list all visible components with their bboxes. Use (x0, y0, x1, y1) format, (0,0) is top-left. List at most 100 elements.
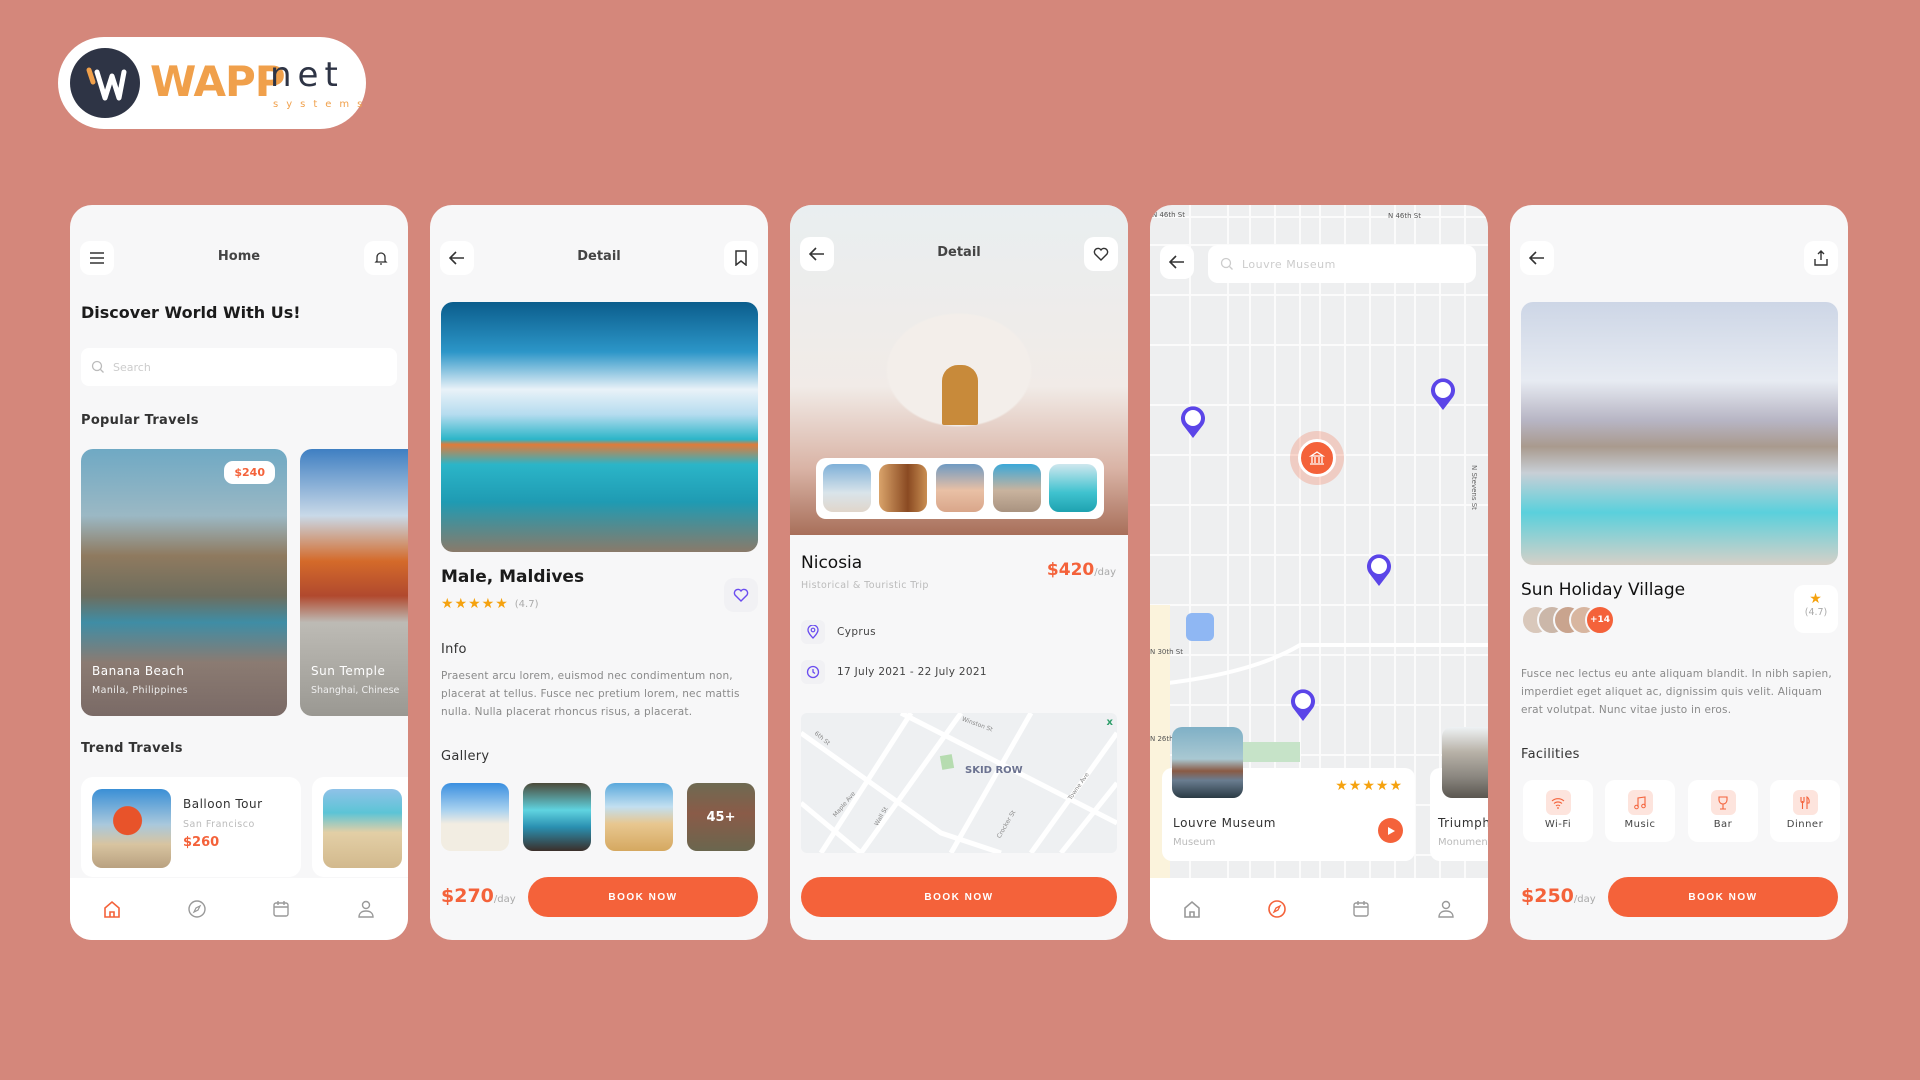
music-icon (1627, 790, 1653, 815)
gallery-more-count: 45+ (706, 809, 736, 825)
trend-price: $260 (183, 835, 220, 850)
nav-profile[interactable] (354, 897, 378, 921)
location-text: Cyprus (837, 626, 877, 638)
book-now-button[interactable]: BOOK NOW (528, 877, 758, 917)
favorite-button[interactable] (1084, 237, 1118, 271)
hotel-description: Fusce nec lectus eu ante aliquam blandit… (1521, 668, 1832, 716)
share-button[interactable] (1804, 241, 1838, 275)
user-icon (1438, 900, 1454, 918)
trend-card-beach[interactable] (312, 777, 408, 877)
place-name: Male, Maldives (441, 567, 585, 587)
street-label: N 46th St (1388, 212, 1421, 220)
trend-title-text: Balloon Tour (183, 797, 263, 811)
hotel-rating: ★ (4.7) (1794, 585, 1838, 633)
calendar-icon (273, 901, 289, 917)
trend-image (323, 789, 402, 868)
map-pin-restaurant[interactable] (1366, 553, 1392, 587)
phone-detail-nicosia: Detail Nicosia Historical & Touristic Tr… (790, 205, 1128, 940)
calendar-icon (1353, 901, 1369, 917)
map-search-input[interactable]: Louvre Museum (1208, 245, 1476, 283)
nav-explore[interactable] (185, 897, 209, 921)
bookmark-icon (735, 250, 747, 266)
phone-detail-maldives: Detail Male, Maldives ★★★★★ (4.7) Info P… (430, 205, 768, 940)
gallery-thumb-3[interactable] (605, 783, 673, 851)
play-button[interactable] (1378, 818, 1403, 843)
street-label: N Stevens St (1470, 465, 1478, 510)
guest-avatars[interactable]: +14 (1521, 605, 1631, 637)
price-value: $270 (441, 885, 494, 907)
popular-card-banana-beach[interactable]: $240 Banana Beach Manila, Philippines (81, 449, 287, 716)
facilities-title: Facilities (1521, 747, 1580, 762)
facility-label: Music (1624, 819, 1656, 830)
price-badge: $240 (224, 461, 275, 484)
museum-icon (1298, 439, 1336, 477)
map-pin-restaurant[interactable] (1180, 405, 1206, 439)
nav-calendar[interactable] (1349, 897, 1373, 921)
nav-calendar[interactable] (269, 897, 293, 921)
search-input[interactable]: Search (81, 348, 397, 386)
map-pin-restaurant[interactable] (1290, 688, 1316, 722)
card-location: Shanghai, Chinese (311, 685, 400, 696)
nav-explore[interactable] (1265, 897, 1289, 921)
wifi-icon (1545, 790, 1571, 815)
strip-thumb-1[interactable] (823, 464, 871, 512)
more-guests-badge: +14 (1585, 605, 1615, 635)
selected-museum-marker[interactable] (1290, 431, 1344, 485)
favorite-button[interactable] (724, 578, 758, 612)
temple-door (942, 365, 978, 425)
street-label: N 26th (1150, 735, 1174, 743)
phone-map-screen: N 46th St N 46th St N Stevens St N 30th … (1150, 205, 1488, 940)
strip-thumb-4[interactable] (993, 464, 1041, 512)
notifications-button[interactable] (364, 241, 398, 275)
trend-title: Trend Travels (81, 741, 183, 756)
strip-thumb-5[interactable] (1049, 464, 1097, 512)
location-map[interactable]: SKID ROW 6th St Winston St Maple Ave Wal… (801, 713, 1117, 853)
hotel-image (1521, 302, 1838, 565)
nav-home[interactable] (100, 897, 124, 921)
gallery-thumb-2[interactable] (523, 783, 591, 851)
location-row: Cyprus (801, 620, 876, 644)
date-text: 17 July 2021 - 22 July 2021 (837, 666, 987, 678)
book-now-button[interactable]: BOOK NOW (801, 877, 1117, 917)
facility-label: Wi-Fi (1544, 819, 1572, 830)
map-close-icon[interactable]: x (1107, 717, 1113, 728)
gallery-thumb-1[interactable] (441, 783, 509, 851)
triumph-image (1442, 727, 1488, 798)
compass-icon (188, 900, 206, 918)
trend-location: San Francisco (183, 819, 255, 830)
gallery-title: Gallery (441, 749, 490, 764)
popular-card-sun-temple[interactable]: Sun Temple Shanghai, Chinese (300, 449, 408, 716)
map-area-label: SKID ROW (965, 765, 1023, 776)
star-icon: ★ (1809, 591, 1823, 607)
facility-music[interactable]: Music (1605, 780, 1675, 842)
home-icon (1184, 900, 1201, 918)
place-card-title: Louvre Museum (1173, 816, 1277, 830)
back-button[interactable] (1520, 241, 1554, 275)
bookmark-button[interactable] (724, 241, 758, 275)
headline: Discover World With Us! (81, 303, 301, 322)
place-card-type: Monument (1438, 837, 1488, 848)
arrow-left-icon (1169, 255, 1184, 269)
strip-thumb-3[interactable] (936, 464, 984, 512)
facility-wifi[interactable]: Wi-Fi (1523, 780, 1593, 842)
logo-text-net: net (270, 55, 344, 95)
trend-card-balloon-tour[interactable]: Balloon Tour San Francisco $260 (81, 777, 301, 877)
strip-thumb-2[interactable] (879, 464, 927, 512)
map-pin-attraction[interactable] (1430, 377, 1456, 411)
price-unit: /day (1094, 567, 1116, 578)
price-value: $420 (1046, 560, 1095, 580)
book-now-button[interactable]: BOOK NOW (1608, 877, 1838, 917)
bell-icon (374, 252, 388, 265)
nav-home[interactable] (1180, 897, 1204, 921)
facility-label: Bar (1713, 819, 1733, 830)
back-button[interactable] (1160, 245, 1194, 279)
facility-dinner[interactable]: Dinner (1770, 780, 1840, 842)
card-location: Manila, Philippines (92, 685, 188, 696)
nav-profile[interactable] (1434, 897, 1458, 921)
price: $250/day (1521, 885, 1596, 907)
popular-title: Popular Travels (81, 413, 199, 428)
facility-bar[interactable]: Bar (1688, 780, 1758, 842)
gallery-thumb-more[interactable]: 45+ (687, 783, 755, 851)
arrow-left-icon (1529, 251, 1544, 265)
facility-label: Dinner (1786, 819, 1824, 830)
